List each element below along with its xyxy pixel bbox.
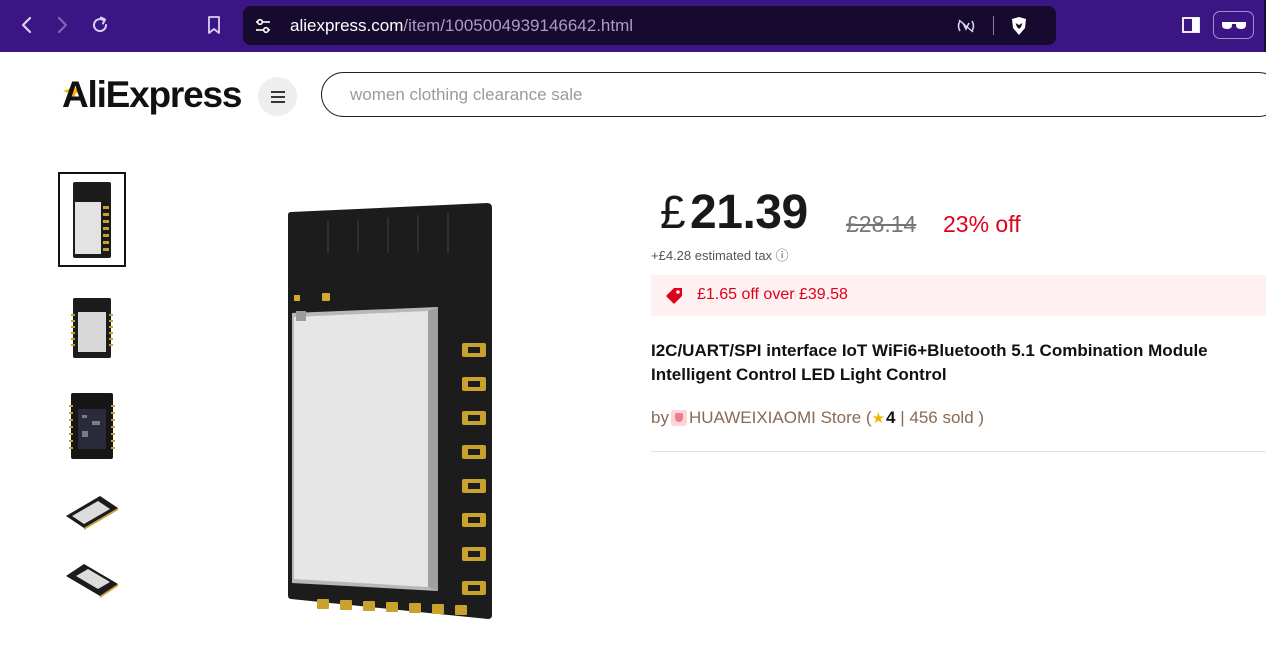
module-thumbnail-image <box>69 393 115 459</box>
store-name-link[interactable]: HUAWEIXIAOMI Store <box>689 408 861 428</box>
address-bar[interactable]: aliexpress.com/item/1005004939146642.htm… <box>243 6 1056 45</box>
module-thumbnail-image <box>73 181 111 258</box>
reload-icon <box>93 16 108 33</box>
url-text[interactable]: aliexpress.com/item/1005004939146642.htm… <box>290 16 633 36</box>
bookmark-button[interactable] <box>201 12 227 38</box>
hamburger-menu-icon <box>270 90 285 103</box>
coupon-text: £1.65 off over £39.58 <box>697 286 848 303</box>
back-icon <box>21 16 32 34</box>
section-divider <box>651 451 1266 452</box>
coupon-banner[interactable]: £1.65 off over £39.58 <box>651 275 1266 316</box>
sidebar-icon <box>1182 17 1200 33</box>
main-product-image[interactable] <box>270 195 510 627</box>
product-title-line-2: Intelligent Control LED Light Control <box>651 365 947 384</box>
glasses-icon <box>1221 22 1246 29</box>
estimated-tax[interactable]: +£4.28 estimated tax ⓘ <box>651 245 789 264</box>
thumbnail-1[interactable] <box>58 172 126 267</box>
thumbnail-2[interactable] <box>58 288 126 368</box>
reader-mode-icon[interactable] <box>956 16 976 36</box>
brave-shield-icon[interactable] <box>1009 16 1029 36</box>
star-icon: ★ <box>871 410 886 427</box>
thumbnail-5[interactable] <box>58 540 126 620</box>
site-settings-icon[interactable] <box>253 16 273 36</box>
sidebar-toggle-button[interactable] <box>1178 12 1204 38</box>
store-info: by HUAWEIXIAOMI Store ( ★ 4 | 456 sold ) <box>651 408 984 428</box>
url-path: /item/1005004939146642.html <box>403 16 634 35</box>
search-input[interactable] <box>350 84 1230 106</box>
store-prefix: by <box>651 408 669 427</box>
thumbnail-3[interactable] <box>58 386 126 466</box>
sold-count: 456 sold <box>909 408 974 427</box>
url-divider <box>993 16 994 35</box>
forward-icon <box>57 16 68 34</box>
reload-button[interactable] <box>87 12 113 38</box>
currency-symbol: £ <box>660 186 686 238</box>
forward-button[interactable] <box>50 12 76 38</box>
category-menu-button[interactable] <box>258 77 297 116</box>
product-title-line-1: I2C/UART/SPI interface IoT WiFi6+Bluetoo… <box>651 341 1208 360</box>
paren-open: ( <box>861 408 872 427</box>
original-price: £28.14 <box>846 211 917 237</box>
store-rating: 4 <box>886 408 896 427</box>
price-tag-icon <box>666 288 682 304</box>
aliexpress-logo[interactable]: AliExpress <box>62 74 242 116</box>
browser-toolbar: aliexpress.com/item/1005004939146642.htm… <box>0 0 1266 52</box>
extension-button[interactable] <box>1213 11 1254 39</box>
search-bar <box>321 72 1266 117</box>
discount-badge: 23% off <box>943 211 1021 237</box>
current-price: £ 21.39 <box>660 185 808 240</box>
module-thumbnail-image <box>66 496 118 530</box>
module-thumbnail-image <box>71 298 113 358</box>
bookmark-icon <box>208 16 220 34</box>
url-domain: aliexpress.com <box>290 16 404 35</box>
paren-close: ) <box>973 408 985 427</box>
back-button[interactable] <box>13 12 39 38</box>
store-avatar <box>670 410 687 426</box>
price-amount: 21.39 <box>690 186 808 239</box>
separator: | <box>895 408 910 427</box>
module-thumbnail-image <box>66 564 118 598</box>
